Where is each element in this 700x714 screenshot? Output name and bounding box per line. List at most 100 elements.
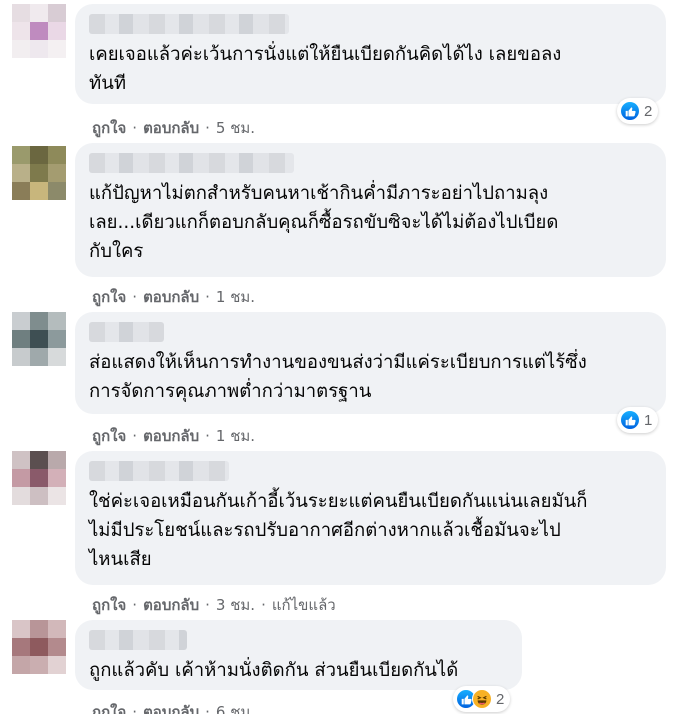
avatar-pixel	[12, 312, 30, 330]
avatar-pixel	[30, 451, 48, 469]
avatar[interactable]	[12, 620, 66, 674]
timestamp-link[interactable]: 1 ชม.	[216, 285, 255, 309]
reaction-summary[interactable]: 2	[617, 98, 659, 124]
comment-bubble: ถูกแล้วคับ เค้าห้ามนั่งติดกัน ส่วนยืนเบี…	[75, 620, 522, 690]
avatar-pixel	[12, 4, 30, 22]
avatar-pixel	[48, 40, 66, 58]
timestamp-link[interactable]: 1 ชม.	[216, 424, 255, 448]
reaction-summary[interactable]: 2	[453, 686, 511, 712]
comment-actions: ถูกใจ · ตอบกลับ · 1 ชม.	[92, 424, 255, 448]
avatar-pixel	[12, 22, 30, 40]
like-link[interactable]: ถูกใจ	[92, 593, 126, 617]
avatar-pixel	[30, 469, 48, 487]
avatar-pixel	[30, 656, 48, 674]
commenter-name-blurred[interactable]	[89, 153, 294, 173]
separator: ·	[205, 427, 210, 445]
like-link[interactable]: ถูกใจ	[92, 700, 126, 714]
avatar-pixel	[30, 146, 48, 164]
edited-indicator[interactable]: แก้ไขแล้ว	[272, 593, 336, 617]
avatar[interactable]	[12, 451, 66, 505]
reaction-count: 2	[496, 690, 505, 708]
comment-text: แก้ปัญหาไม่ตกสำหรับคนหาเช้ากินค่ำมีภาระอ…	[89, 183, 559, 262]
avatar-pixel	[12, 638, 30, 656]
separator: ·	[132, 427, 138, 445]
separator: ·	[132, 119, 138, 137]
avatar-pixel	[30, 4, 48, 22]
avatar-pixel	[30, 348, 48, 366]
avatar[interactable]	[12, 4, 66, 58]
avatar-pixel	[48, 182, 66, 200]
comment-actions: ถูกใจ · ตอบกลับ · 3 ชม. · แก้ไขแล้ว	[92, 593, 336, 617]
avatar-pixel	[48, 312, 66, 330]
commenter-name-blurred[interactable]	[89, 14, 289, 34]
reply-link[interactable]: ตอบกลับ	[143, 285, 199, 309]
comment-text: ถูกแล้วคับ เค้าห้ามนั่งติดกัน ส่วนยืนเบี…	[89, 660, 459, 681]
avatar-pixel	[48, 638, 66, 656]
like-link[interactable]: ถูกใจ	[92, 116, 126, 140]
separator: ·	[261, 596, 266, 614]
avatar-pixel	[48, 330, 66, 348]
comment-text: เคยเจอแล้วค่ะเว้นการนั่งแต่ให้ยืนเบียดกั…	[89, 44, 562, 94]
comment-actions: ถูกใจ · ตอบกลับ · 6 ชม.	[92, 700, 255, 714]
avatar-pixel	[48, 4, 66, 22]
reaction-count: 2	[644, 102, 653, 120]
avatar-pixel	[30, 487, 48, 505]
avatar-pixel	[30, 638, 48, 656]
avatar-pixel	[12, 146, 30, 164]
avatar-pixel	[12, 330, 30, 348]
reply-link[interactable]: ตอบกลับ	[143, 593, 199, 617]
avatar-pixel	[30, 22, 48, 40]
separator: ·	[132, 288, 138, 306]
separator: ·	[205, 119, 210, 137]
avatar-pixel	[48, 146, 66, 164]
like-thumb-icon	[620, 101, 640, 121]
separator: ·	[132, 703, 138, 714]
comment-text: ใช่ค่ะเจอเหมือนกันเก้าอี้เว้นระยะแต่คนยื…	[89, 491, 588, 570]
reaction-summary[interactable]: 1	[617, 407, 659, 433]
avatar-pixel	[30, 40, 48, 58]
avatar-pixel	[48, 469, 66, 487]
avatar-pixel	[48, 348, 66, 366]
timestamp-link[interactable]: 3 ชม.	[216, 593, 255, 617]
reply-link[interactable]: ตอบกลับ	[143, 700, 199, 714]
commenter-name-blurred[interactable]	[89, 630, 187, 650]
separator: ·	[205, 703, 210, 714]
timestamp-link[interactable]: 6 ชม.	[216, 700, 255, 714]
separator: ·	[205, 596, 210, 614]
avatar-pixel	[12, 469, 30, 487]
avatar[interactable]	[12, 312, 66, 366]
reaction-count: 1	[644, 411, 653, 429]
commenter-name-blurred[interactable]	[89, 322, 164, 342]
comment-bubble: ส่อแสดงให้เห็นการทำงานของขนส่งว่ามีแค่ระ…	[75, 312, 666, 414]
avatar-pixel	[48, 164, 66, 182]
avatar-pixel	[12, 40, 30, 58]
avatar-pixel	[48, 656, 66, 674]
avatar-pixel	[12, 620, 30, 638]
like-link[interactable]: ถูกใจ	[92, 424, 126, 448]
like-thumb-icon	[620, 410, 640, 430]
reply-link[interactable]: ตอบกลับ	[143, 424, 199, 448]
reply-link[interactable]: ตอบกลับ	[143, 116, 199, 140]
haha-face-icon	[472, 689, 492, 709]
avatar[interactable]	[12, 146, 66, 200]
avatar-pixel	[30, 182, 48, 200]
avatar-pixel	[48, 451, 66, 469]
avatar-pixel	[12, 451, 30, 469]
commenter-name-blurred[interactable]	[89, 461, 229, 481]
comment-actions: ถูกใจ · ตอบกลับ · 1 ชม.	[92, 285, 255, 309]
avatar-pixel	[30, 164, 48, 182]
timestamp-link[interactable]: 5 ชม.	[216, 116, 255, 140]
comment-bubble: เคยเจอแล้วค่ะเว้นการนั่งแต่ให้ยืนเบียดกั…	[75, 4, 666, 104]
avatar-pixel	[12, 348, 30, 366]
comment-text: ส่อแสดงให้เห็นการทำงานของขนส่งว่ามีแค่ระ…	[89, 352, 587, 402]
avatar-pixel	[30, 620, 48, 638]
avatar-pixel	[12, 164, 30, 182]
comment-bubble: ใช่ค่ะเจอเหมือนกันเก้าอี้เว้นระยะแต่คนยื…	[75, 451, 666, 585]
avatar-pixel	[12, 487, 30, 505]
separator: ·	[132, 596, 138, 614]
avatar-pixel	[12, 656, 30, 674]
separator: ·	[205, 288, 210, 306]
avatar-pixel	[48, 487, 66, 505]
comment-actions: ถูกใจ · ตอบกลับ · 5 ชม.	[92, 116, 255, 140]
like-link[interactable]: ถูกใจ	[92, 285, 126, 309]
